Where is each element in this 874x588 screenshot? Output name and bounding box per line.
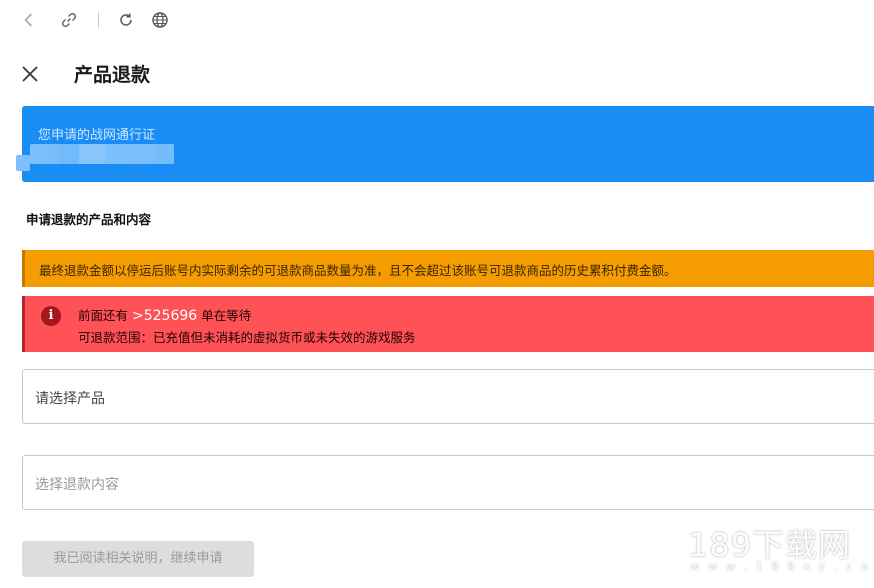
queue-count: >525696 bbox=[132, 308, 198, 324]
page-title: 产品退款 bbox=[74, 64, 151, 86]
warning-text: 最终退款金额以停运后账号内实际剩余的可退款商品数量为准，且不会超过该账号可退款商… bbox=[39, 263, 677, 278]
queue-status: 前面还有 >525696 单在等待 bbox=[78, 305, 251, 324]
page-header: 产品退款 bbox=[0, 58, 874, 92]
globe-icon[interactable] bbox=[150, 10, 170, 30]
masked-account-value bbox=[30, 144, 174, 164]
masked-account-edge bbox=[16, 155, 30, 171]
close-icon[interactable] bbox=[20, 64, 40, 84]
back-icon[interactable] bbox=[19, 10, 39, 30]
link-icon[interactable] bbox=[59, 10, 79, 30]
info-icon: i bbox=[41, 306, 61, 326]
account-card: 您申请的战网通行证 bbox=[16, 106, 874, 182]
error-notice: i 前面还有 >525696 单在等待 可退款范围：已充值但未消耗的虚拟货币或未失效… bbox=[22, 296, 874, 352]
product-select-placeholder: 请选择产品 bbox=[35, 391, 105, 407]
product-select[interactable]: 请选择产品 bbox=[22, 369, 874, 424]
queue-prefix: 前面还有 bbox=[78, 308, 129, 323]
content-select-placeholder: 选择退款内容 bbox=[35, 477, 119, 493]
queue-suffix: 单在等待 bbox=[201, 308, 252, 323]
content-select[interactable]: 选择退款内容 bbox=[22, 455, 874, 510]
refresh-icon[interactable] bbox=[116, 10, 136, 30]
watermark-sub: www.189xz.com bbox=[690, 560, 874, 573]
continue-button[interactable]: 我已阅读相关说明，继续申请 bbox=[22, 541, 254, 577]
browser-toolbar bbox=[0, 0, 874, 40]
warning-notice: 最终退款金额以停运后账号内实际剩余的可退款商品数量为准，且不会超过该账号可退款商… bbox=[22, 250, 874, 287]
section-title: 申请退款的产品和内容 bbox=[26, 212, 152, 227]
toolbar-divider bbox=[98, 12, 99, 28]
refund-scope: 可退款范围：已充值但未消耗的虚拟货币或未失效的游戏服务 bbox=[78, 330, 416, 345]
account-label: 您申请的战网通行证 bbox=[38, 128, 156, 143]
watermark: 189下载网 www.189xz.com bbox=[688, 520, 874, 582]
